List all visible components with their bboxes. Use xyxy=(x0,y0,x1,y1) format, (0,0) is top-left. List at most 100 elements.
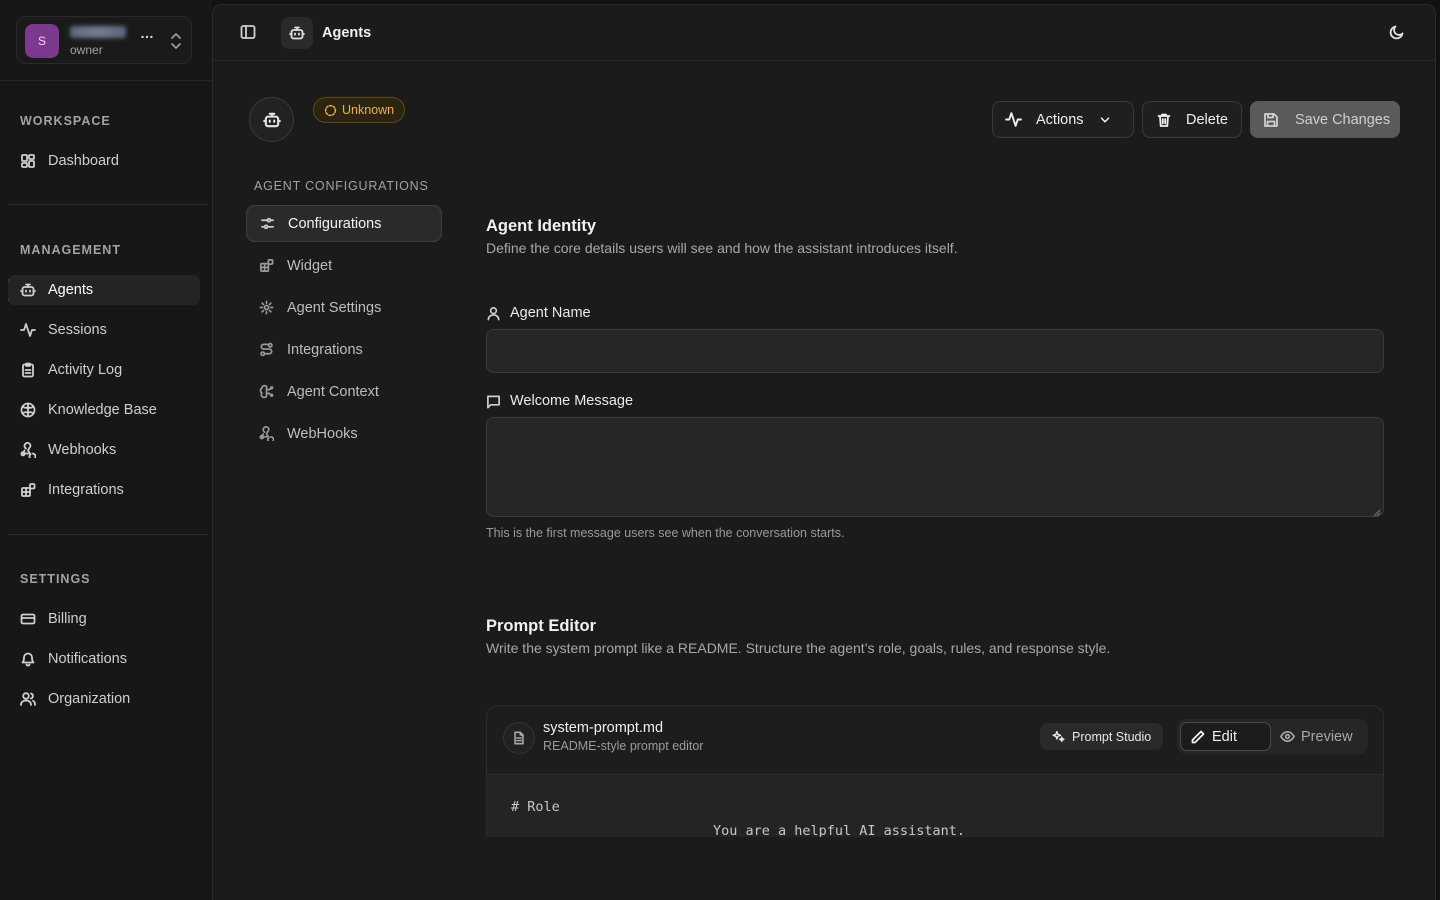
sidebar-item-label: Knowledge Base xyxy=(48,402,157,418)
section-title-settings: SETTINGS xyxy=(20,572,91,586)
activity-icon xyxy=(20,322,36,338)
subnav-item-label: Agent Context xyxy=(287,383,379,400)
subnav-item-label: Agent Settings xyxy=(287,299,382,316)
section-title-management: MANAGEMENT xyxy=(20,243,121,257)
org-name-ellipsis: … xyxy=(140,25,154,41)
sidebar-item-label: Webhooks xyxy=(48,442,117,458)
sidebar-item-dashboard[interactable]: Dashboard xyxy=(8,146,200,176)
sidebar-item-label: Billing xyxy=(48,611,87,627)
route-icon xyxy=(259,342,274,357)
gear-icon xyxy=(259,300,274,315)
welcome-message-label-text: Welcome Message xyxy=(510,393,634,409)
subnav-item-widget[interactable]: Widget xyxy=(246,247,442,284)
pencil-icon xyxy=(1190,729,1206,745)
save-icon xyxy=(1263,112,1279,128)
preview-tab[interactable]: Preview xyxy=(1280,722,1353,751)
message-square-icon xyxy=(486,394,501,409)
sidebar-item-label: Organization xyxy=(48,691,131,707)
blocks-icon xyxy=(20,482,36,498)
code-line: # Role xyxy=(511,799,560,815)
divider xyxy=(8,534,208,535)
actions-dropdown-button[interactable]: Actions xyxy=(992,101,1134,138)
org-avatar: S xyxy=(25,24,59,58)
sparkles-icon xyxy=(1052,730,1065,743)
subnav-item-configurations[interactable]: Configurations xyxy=(246,205,442,242)
subnav-item-label: Integrations xyxy=(287,341,363,358)
subnav-item-integrations[interactable]: Integrations xyxy=(246,331,442,368)
resize-handle-icon[interactable] xyxy=(1373,509,1381,517)
sidebar-item-billing[interactable]: Billing xyxy=(8,604,200,634)
org-switcher[interactable]: S … owner xyxy=(16,16,192,64)
loader-icon xyxy=(324,104,337,117)
sidebar-item-sessions[interactable]: Sessions xyxy=(8,315,200,345)
user-icon xyxy=(486,306,501,321)
sidebar-item-notifications[interactable]: Notifications xyxy=(8,644,200,674)
file-text-icon xyxy=(503,722,535,754)
welcome-message-textarea[interactable] xyxy=(486,417,1384,517)
delete-button[interactable]: Delete xyxy=(1142,101,1242,138)
agent-identity-description: Define the core details users will see a… xyxy=(486,240,958,256)
welcome-message-hint: This is the first message users see when… xyxy=(486,526,845,540)
activity-icon xyxy=(1005,111,1022,128)
panel-left-icon[interactable] xyxy=(240,24,256,40)
file-subtitle: README-style prompt editor xyxy=(543,739,704,753)
sidebar-item-knowledge-base[interactable]: Knowledge Base xyxy=(8,395,200,425)
status-text: Unknown xyxy=(342,103,395,117)
subnav-item-webhooks[interactable]: WebHooks xyxy=(246,415,442,452)
sidebar-item-webhooks[interactable]: Webhooks xyxy=(8,435,200,465)
bell-icon xyxy=(20,651,36,667)
prompt-editor-title: Prompt Editor xyxy=(486,617,596,635)
brain-circuit-icon xyxy=(259,384,274,399)
org-name-redacted xyxy=(70,26,126,38)
blocks-icon xyxy=(259,258,274,273)
sidebar-item-label: Activity Log xyxy=(48,362,123,378)
moon-icon[interactable] xyxy=(1389,24,1405,40)
credit-card-icon xyxy=(20,611,36,627)
subnav-item-agent-settings[interactable]: Agent Settings xyxy=(246,289,442,326)
status-badge: Unknown xyxy=(313,97,406,123)
sidebar-item-activity-log[interactable]: Activity Log xyxy=(8,355,200,385)
prompt-editor-card: system-prompt.md README-style prompt edi… xyxy=(486,705,1384,855)
actions-label: Actions xyxy=(1036,111,1084,128)
agent-name-input[interactable] xyxy=(486,329,1384,373)
subnav-item-label: WebHooks xyxy=(287,425,358,442)
chevrons-up-down-icon xyxy=(168,32,184,50)
sidebar-item-agents[interactable]: Agents xyxy=(8,275,200,305)
file-name: system-prompt.md xyxy=(543,720,664,736)
edit-preview-toggle: Edit Preview xyxy=(1177,719,1368,754)
scroll-bottom-edge xyxy=(213,837,1435,900)
webhook-icon xyxy=(259,426,274,441)
prompt-studio-button[interactable]: Prompt Studio xyxy=(1040,723,1164,750)
subnav-item-label: Configurations xyxy=(288,215,382,232)
trash-icon xyxy=(1156,112,1172,128)
subnav-item-agent-context[interactable]: Agent Context xyxy=(246,373,442,410)
bot-icon xyxy=(281,17,313,49)
main-panel: Agents Unknown Actions Delete Save Chang… xyxy=(212,4,1436,900)
subnav-item-label: Widget xyxy=(287,257,333,274)
dashboard-icon xyxy=(20,153,36,169)
save-changes-button[interactable]: Save Changes xyxy=(1250,101,1400,138)
brain-icon xyxy=(20,402,36,418)
sidebar-item-label: Agents xyxy=(48,282,94,298)
agent-avatar[interactable] xyxy=(249,97,294,142)
subnav-heading: AGENT CONFIGURATIONS xyxy=(254,179,429,193)
sidebar-item-label: Integrations xyxy=(48,482,124,498)
bot-icon xyxy=(20,282,36,298)
sidebar-item-label: Notifications xyxy=(48,651,127,667)
divider xyxy=(0,80,212,81)
clipboard-icon xyxy=(20,362,36,378)
page-title: Agents xyxy=(322,25,372,41)
webhook-icon xyxy=(20,442,36,458)
top-bar: Agents xyxy=(213,5,1435,61)
prompt-studio-label: Prompt Studio xyxy=(1072,729,1152,744)
edit-tab[interactable]: Edit xyxy=(1180,722,1271,751)
delete-label: Delete xyxy=(1186,111,1228,128)
sidebar: S … owner WORKSPACE Dashboard MANAGEMENT… xyxy=(0,0,212,900)
users-icon xyxy=(20,691,36,707)
sidebar-item-integrations[interactable]: Integrations xyxy=(8,475,200,505)
sidebar-item-organization[interactable]: Organization xyxy=(8,684,200,714)
section-title-workspace: WORKSPACE xyxy=(20,114,111,128)
bot-icon xyxy=(262,111,281,129)
eye-icon xyxy=(1280,729,1295,744)
edit-label: Edit xyxy=(1212,728,1237,745)
